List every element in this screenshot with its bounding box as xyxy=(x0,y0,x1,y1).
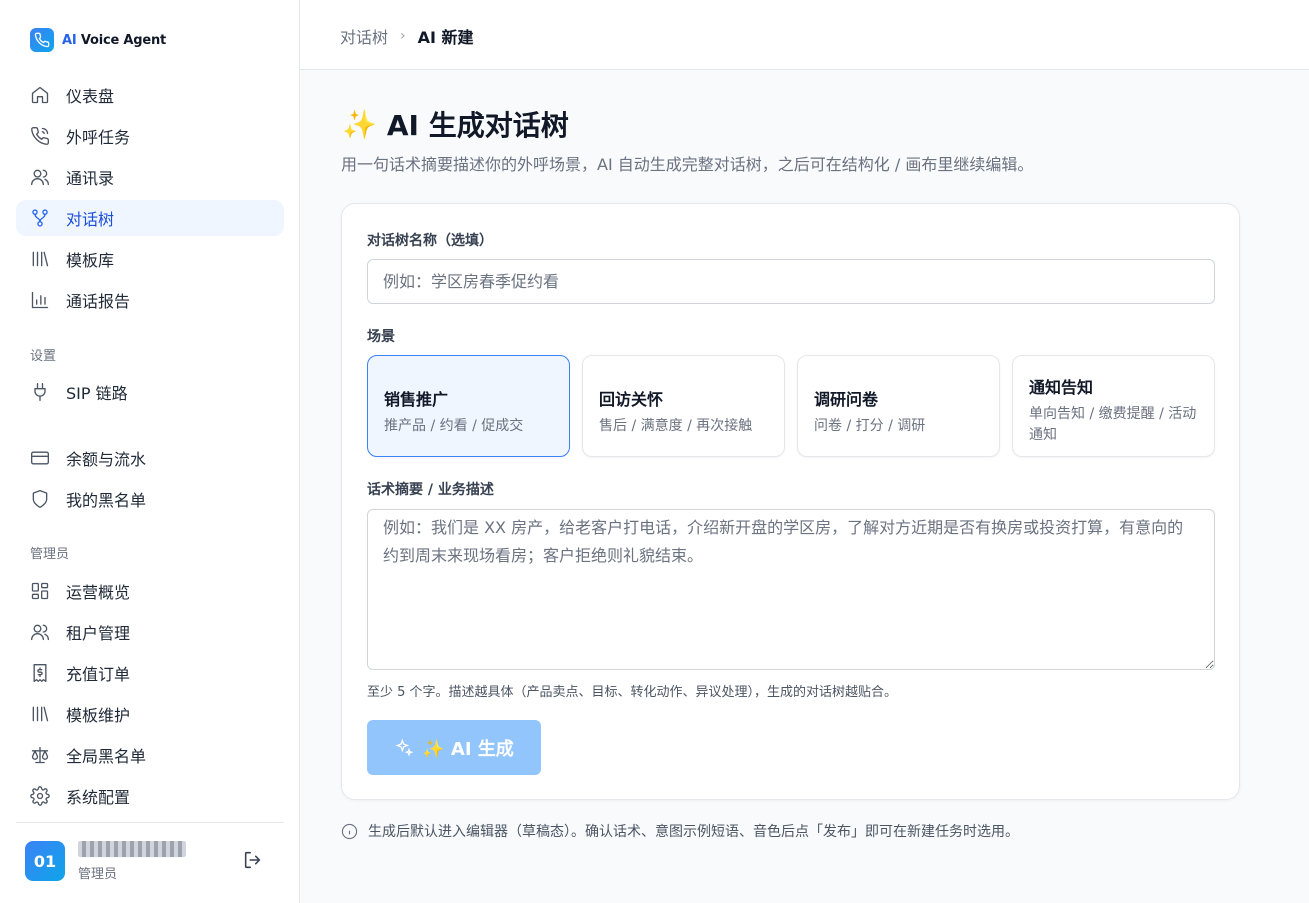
sidebar-item-label: 模板库 xyxy=(66,251,115,270)
sidebar-item-label: 对话树 xyxy=(66,210,115,229)
sidebar-item-outbound-tasks[interactable]: 外呼任务 xyxy=(16,118,284,154)
footer-note: 生成后默认进入编辑器（草稿态）。确认话术、意图示例短语、音色后点「发布」即可在新… xyxy=(341,821,1019,841)
users-icon xyxy=(31,624,49,641)
sidebar-item-label: 通讯录 xyxy=(66,169,115,188)
tree-name-input[interactable] xyxy=(367,259,1215,304)
sidebar-item-my-blacklist[interactable]: 我的黑名单 xyxy=(16,481,284,517)
avatar[interactable]: 01 xyxy=(25,841,65,881)
topbar: 对话树 › AI 新建 xyxy=(300,0,1309,70)
scene-name: 回访关怀 xyxy=(599,390,664,409)
scene-label: 场景 xyxy=(367,329,395,345)
library-icon xyxy=(32,251,49,267)
sidebar-item-template-maintenance[interactable]: 模板维护 xyxy=(16,696,284,732)
main-nav: 仪表盘 外呼任务 通讯录 对话树 模板库 通话报告 xyxy=(16,77,284,323)
sidebar-item-global-blacklist[interactable]: 全局黑名单 xyxy=(16,737,284,773)
summary-textarea[interactable] xyxy=(367,509,1215,670)
summary-label: 话术摘要 / 业务描述 xyxy=(367,482,494,498)
brand-name: AI Voice Agent xyxy=(62,32,167,48)
info-icon xyxy=(341,823,358,839)
scale-icon xyxy=(31,746,49,764)
sidebar-item-label: 模板维护 xyxy=(66,706,131,725)
grid-icon xyxy=(31,582,49,600)
chart-icon xyxy=(31,291,49,309)
sidebar-item-label: 租户管理 xyxy=(66,624,131,643)
chevron-right-icon: › xyxy=(400,28,406,44)
scene-desc: 问卷 / 打分 / 调研 xyxy=(814,418,926,434)
user-name-redacted xyxy=(78,841,186,857)
sidebar-item-label: 系统配置 xyxy=(66,788,131,807)
scene-option-sales[interactable]: 销售推广 推产品 / 约看 / 促成交 xyxy=(367,355,570,457)
sidebar-item-label: 我的黑名单 xyxy=(66,491,147,510)
sidebar-item-label: 充值订单 xyxy=(66,665,131,684)
scene-name: 销售推广 xyxy=(384,390,449,409)
settings-nav: SIP 链路 xyxy=(16,374,284,415)
sidebar-item-recharge-orders[interactable]: 充值订单 xyxy=(16,655,284,691)
sidebar-item-label: 全局黑名单 xyxy=(66,747,147,766)
sidebar-item-label: 运营概览 xyxy=(66,583,131,602)
gear-icon xyxy=(30,786,50,806)
brand[interactable]: AI Voice Agent xyxy=(30,28,166,52)
breadcrumb-current: AI 新建 xyxy=(417,28,474,47)
home-icon xyxy=(31,86,49,104)
sidebar-item-template-library[interactable]: 模板库 xyxy=(16,241,284,277)
footer-note-text: 生成后默认进入编辑器（草稿态）。确认话术、意图示例短语、音色后点「发布」即可在新… xyxy=(368,824,1019,840)
sidebar-item-label: 通话报告 xyxy=(66,292,131,311)
tree-icon xyxy=(32,209,48,227)
receipt-icon xyxy=(33,664,47,682)
tree-name-label: 对话树名称（选填） xyxy=(367,233,493,249)
ai-generate-button[interactable]: ✨ AI 生成 xyxy=(367,720,541,775)
sidebar-item-dashboard[interactable]: 仪表盘 xyxy=(16,77,284,113)
scene-name: 通知告知 xyxy=(1029,378,1094,397)
shield-icon xyxy=(32,490,48,508)
page-title-text: AI 生成对话树 xyxy=(386,109,569,142)
breadcrumb-parent[interactable]: 对话树 xyxy=(340,24,388,48)
page-title: ✨ AI 生成对话树 xyxy=(342,104,569,144)
settings-section-title: 设置 xyxy=(30,349,57,364)
breadcrumb: 对话树 › AI 新建 xyxy=(340,24,474,48)
sidebar-item-ops-overview[interactable]: 运营概览 xyxy=(16,573,284,609)
user-role: 管理员 xyxy=(78,867,118,882)
sidebar-item-call-report[interactable]: 通话报告 xyxy=(16,282,284,318)
settings-nav-more: 余额与流水 我的黑名单 xyxy=(16,440,284,522)
scene-desc: 单向告知 / 缴费提醒 / 活动通知 xyxy=(1029,406,1197,443)
library-icon xyxy=(32,706,49,722)
sidebar-item-sip[interactable]: SIP 链路 xyxy=(16,374,284,410)
sidebar-item-contacts[interactable]: 通讯录 xyxy=(16,159,284,195)
sidebar-item-balance[interactable]: 余额与流水 xyxy=(16,440,284,476)
user-card: 01 管理员 xyxy=(16,822,284,898)
sparkles-icon xyxy=(395,738,414,757)
ai-generate-label: ✨ AI 生成 xyxy=(422,738,514,760)
phone-icon xyxy=(31,126,50,145)
scene-desc: 售后 / 满意度 / 再次接触 xyxy=(599,418,753,434)
scene-option-followup[interactable]: 回访关怀 售后 / 满意度 / 再次接触 xyxy=(582,355,785,457)
page-subtitle: 用一句话术摘要描述你的外呼场景，AI 自动生成完整对话树，之后可在结构化 / 画… xyxy=(341,155,1034,174)
admin-nav: 运营概览 租户管理 充值订单 模板维护 全局黑名单 系统配置 xyxy=(16,573,284,819)
sidebar-item-label: 外呼任务 xyxy=(66,128,131,147)
sparkles-icon: ✨ xyxy=(342,107,377,141)
sidebar-item-label: 仪表盘 xyxy=(66,87,115,106)
sidebar-item-tenants[interactable]: 租户管理 xyxy=(16,614,284,650)
logout-icon xyxy=(244,851,261,869)
logout-button[interactable] xyxy=(242,849,264,871)
sidebar-item-system-config[interactable]: 系统配置 xyxy=(16,778,284,814)
scene-option-notice[interactable]: 通知告知 单向告知 / 缴费提醒 / 活动通知 xyxy=(1012,355,1215,457)
sidebar-item-label: SIP 链路 xyxy=(66,384,128,403)
admin-section-title: 管理员 xyxy=(30,547,70,562)
scene-option-survey[interactable]: 调研问卷 问卷 / 打分 / 调研 xyxy=(797,355,1000,457)
sidebar: AI Voice Agent 仪表盘 外呼任务 通讯录 对话树 模板库 通话报告… xyxy=(0,0,300,903)
sidebar-item-label: 余额与流水 xyxy=(66,450,147,469)
summary-hint: 至少 5 个字。描述越具体（产品卖点、目标、转化动作、异议处理），生成的对话树越… xyxy=(367,685,898,700)
users-icon xyxy=(31,169,49,186)
scene-name: 调研问卷 xyxy=(814,390,879,409)
phone-logo-icon xyxy=(30,28,54,52)
sidebar-item-dialog-tree[interactable]: 对话树 xyxy=(16,200,284,236)
generate-form-card: 对话树名称（选填） 场景 销售推广 推产品 / 约看 / 促成交 回访关怀 售后… xyxy=(341,203,1240,800)
plug-icon xyxy=(34,383,46,401)
scene-desc: 推产品 / 约看 / 促成交 xyxy=(384,418,524,434)
card-icon xyxy=(31,451,49,465)
